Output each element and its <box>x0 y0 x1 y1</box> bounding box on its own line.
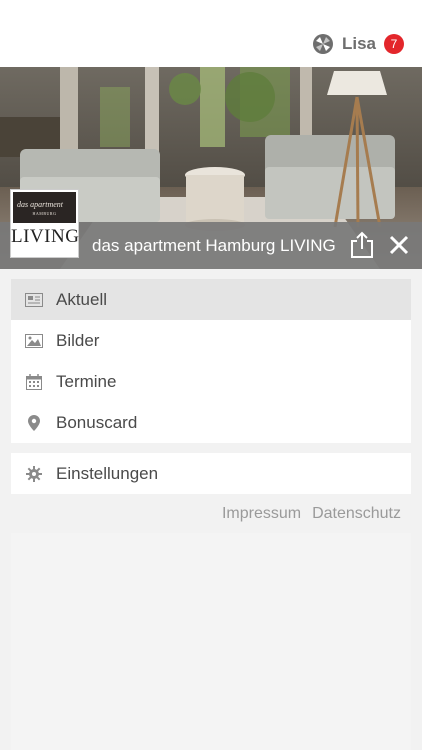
menu-item-bilder[interactable]: Bilder <box>11 320 411 361</box>
close-icon[interactable] <box>388 234 410 256</box>
logo-top-text: das apartment <box>17 200 63 209</box>
main-menu: Aktuell Bilder Termine Bonuscard <box>11 279 411 443</box>
impressum-link[interactable]: Impressum <box>222 505 301 523</box>
venue-logo: das apartment HAMBURG LIVING <box>10 189 79 258</box>
venue-title: das apartment Hamburg LIVING <box>92 236 336 255</box>
menu-item-label: Einstellungen <box>56 463 159 483</box>
menu-item-aktuell[interactable]: Aktuell <box>11 279 411 320</box>
logo-dark-panel: das apartment HAMBURG <box>13 192 76 223</box>
menu-item-label: Aktuell <box>56 289 108 309</box>
footer-links: Impressum Datenschutz <box>222 505 401 523</box>
menu-item-bonuscard[interactable]: Bonuscard <box>11 402 411 443</box>
datenschutz-link[interactable]: Datenschutz <box>312 505 401 523</box>
menu-item-label: Termine <box>56 371 117 391</box>
gear-icon <box>25 465 43 483</box>
map-pin-icon <box>25 414 43 432</box>
logo-subtext: HAMBURG <box>32 211 57 216</box>
share-icon[interactable] <box>349 231 375 259</box>
logo-bottom-text: LIVING <box>11 226 80 247</box>
settings-menu: Einstellungen <box>11 453 411 494</box>
menu-item-label: Bonuscard <box>56 412 138 432</box>
image-icon <box>25 332 43 350</box>
newspaper-icon <box>25 291 43 309</box>
user-name[interactable]: Lisa <box>342 34 376 54</box>
calendar-icon <box>25 373 43 391</box>
menu-item-einstellungen[interactable]: Einstellungen <box>11 453 411 494</box>
notification-badge[interactable]: 7 <box>384 34 404 54</box>
menu-item-termine[interactable]: Termine <box>11 361 411 402</box>
content-area <box>11 533 411 750</box>
community-logo-icon <box>312 34 333 54</box>
menu-item-label: Bilder <box>56 330 100 350</box>
top-bar: Lisa 7 <box>0 0 422 67</box>
user-profile[interactable]: Lisa 7 <box>312 33 404 55</box>
